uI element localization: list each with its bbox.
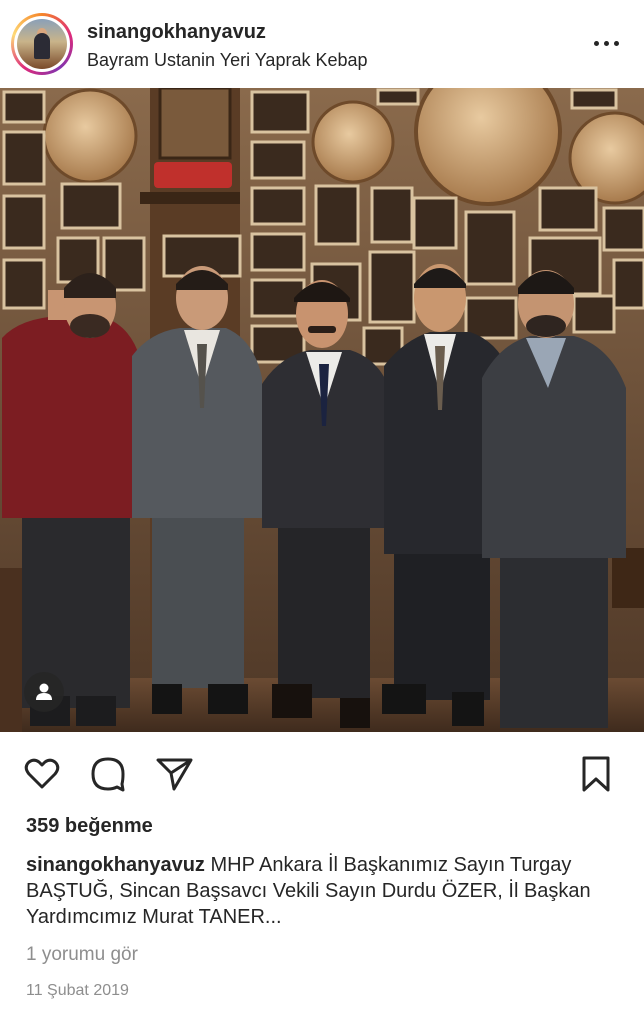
post-location[interactable]: Bayram Ustanin Yeri Yaprak Kebap	[87, 50, 368, 71]
post-username[interactable]: sinangokhanyavuz	[87, 21, 266, 44]
more-options-icon[interactable]	[590, 28, 624, 58]
post-caption: sinangokhanyavuz MHP Ankara İl Başkanımı…	[26, 852, 606, 930]
comment-icon[interactable]	[88, 754, 128, 794]
profile-avatar[interactable]	[11, 13, 73, 75]
post-header: sinangokhanyavuz Bayram Ustanin Yeri Yap…	[0, 0, 644, 88]
heart-icon[interactable]	[22, 754, 62, 794]
post-photo[interactable]	[0, 88, 644, 732]
bookmark-icon[interactable]	[576, 754, 616, 794]
user-tag-icon[interactable]	[24, 672, 64, 712]
post-photo-illustration	[0, 88, 644, 732]
avatar-image	[17, 19, 67, 69]
caption-username[interactable]: sinangokhanyavuz	[26, 854, 205, 876]
send-icon[interactable]	[154, 754, 194, 794]
post-date: 11 Şubat 2019	[26, 982, 129, 999]
post-actions-bar	[0, 750, 644, 798]
view-comments-link[interactable]: 1 yorumu gör	[26, 944, 138, 966]
likes-count[interactable]: 359 beğenme	[26, 815, 153, 838]
